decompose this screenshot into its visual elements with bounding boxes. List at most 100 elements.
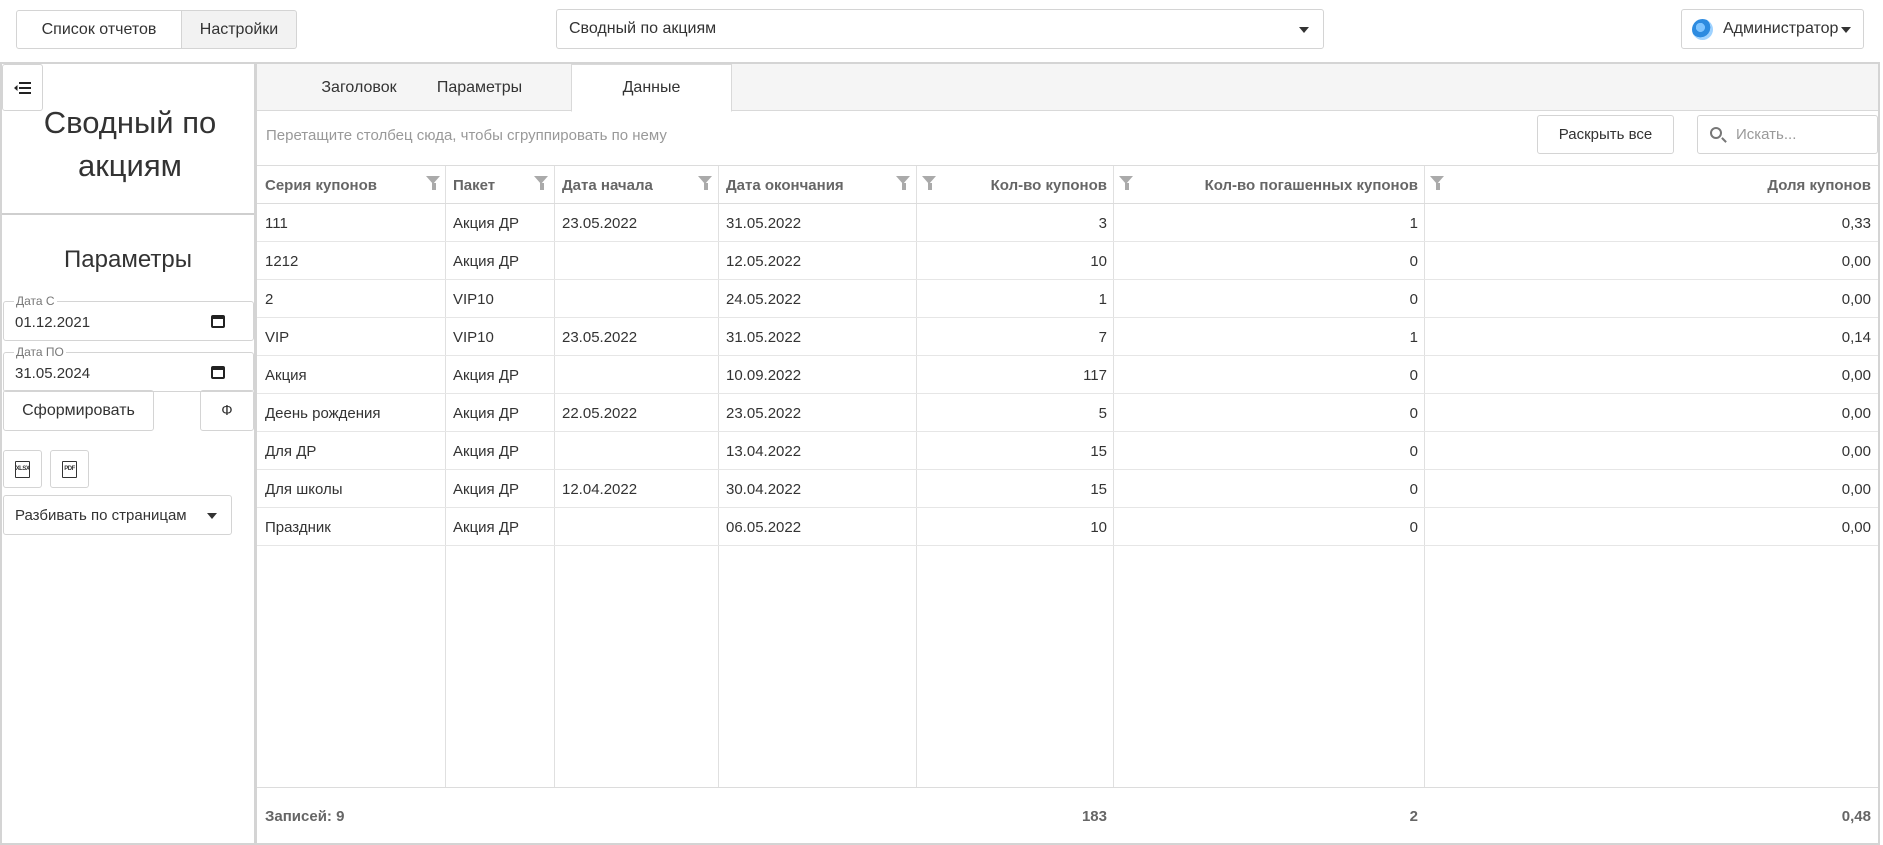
- tab-header[interactable]: Заголовок: [299, 64, 419, 111]
- cell-coupons: 15: [1090, 442, 1107, 460]
- total-share: 0,48: [1841, 808, 1871, 825]
- cell-share: 0,00: [1841, 480, 1871, 498]
- cell-coupons: 10: [1090, 518, 1107, 536]
- calendar-icon[interactable]: [211, 366, 225, 379]
- phi-button[interactable]: Ф: [200, 390, 254, 431]
- column-header[interactable]: Дата начала: [562, 166, 698, 204]
- date-from-field[interactable]: Дата С 01.12.2021: [3, 294, 254, 341]
- paging-select[interactable]: Разбивать по страницам: [3, 495, 232, 535]
- date-to-field[interactable]: Дата ПО 31.05.2024: [3, 345, 254, 392]
- cell-package: Акция ДР: [453, 214, 519, 232]
- records-count: Записей: 9: [265, 808, 345, 825]
- table-row[interactable]: 1212 Акция ДР 12.05.2022 10 0 0,00: [257, 242, 1878, 280]
- cell-share: 0,33: [1841, 214, 1871, 232]
- filter-icon[interactable]: [1430, 176, 1445, 191]
- cell-package: Акция ДР: [453, 366, 519, 384]
- table-row[interactable]: 2 VIP10 24.05.2022 1 0 0,00: [257, 280, 1878, 318]
- total-coupons: 183: [1081, 808, 1107, 825]
- table-row[interactable]: VIP VIP10 23.05.2022 31.05.2022 7 1 0,14: [257, 318, 1878, 356]
- pdf-file-icon: PDF: [62, 460, 77, 478]
- paging-select-value: Разбивать по страницам: [15, 506, 187, 524]
- column-header[interactable]: Пакет: [453, 166, 533, 204]
- table-row[interactable]: Праздник Акция ДР 06.05.2022 10 0 0,00: [257, 508, 1878, 546]
- sidebar-panel: Сводный по акциям Параметры Дата С 01.12…: [0, 62, 256, 845]
- report-content-panel: Заголовок Параметры Данные Перетащите ст…: [255, 62, 1880, 845]
- cell-package: Акция ДР: [453, 442, 519, 460]
- cell-end-date: 24.05.2022: [726, 290, 802, 308]
- cell-share: 0,00: [1841, 366, 1871, 384]
- calendar-icon[interactable]: [211, 315, 225, 328]
- cell-start-date: 23.05.2022: [562, 328, 638, 346]
- cell-share: 0,00: [1841, 290, 1871, 308]
- report-select[interactable]: Сводный по акциям: [556, 9, 1324, 49]
- column-header[interactable]: Кол-во купонов: [947, 166, 1107, 204]
- filter-icon[interactable]: [1119, 176, 1134, 191]
- tab-parameters[interactable]: Параметры: [419, 64, 540, 111]
- table-row[interactable]: Для школы Акция ДР 12.04.2022 30.04.2022 15 0…: [257, 470, 1878, 508]
- expand-all-button[interactable]: Раскрыть все: [1537, 115, 1674, 154]
- cell-end-date: 10.09.2022: [726, 366, 802, 384]
- cell-redeemed: 1: [1409, 214, 1418, 232]
- cell-end-date: 12.05.2022: [726, 252, 802, 270]
- user-name: Администратор: [1723, 20, 1839, 37]
- cell-package: Акция ДР: [453, 252, 519, 270]
- cell-redeemed: 0: [1409, 252, 1418, 270]
- filter-icon[interactable]: [698, 176, 713, 191]
- tab-data[interactable]: Данные: [571, 64, 732, 112]
- cell-coupons: 10: [1090, 252, 1107, 270]
- cell-end-date: 06.05.2022: [726, 518, 802, 536]
- tabs-bar: Заголовок Параметры Данные: [257, 64, 1878, 112]
- group-panel[interactable]: Перетащите столбец сюда, чтобы сгруппиро…: [257, 111, 1878, 165]
- cell-package: Акция ДР: [453, 480, 519, 498]
- filter-icon[interactable]: [896, 176, 911, 191]
- filter-icon[interactable]: [922, 176, 937, 191]
- user-avatar-icon: [1692, 18, 1713, 40]
- search-input[interactable]: Искать...: [1697, 115, 1878, 154]
- table-row[interactable]: Деень рождения Акция ДР 22.05.2022 23.05.20…: [257, 394, 1878, 432]
- cell-start-date: [562, 356, 712, 394]
- cell-package: VIP10: [453, 290, 494, 308]
- cell-start-date: [562, 280, 712, 318]
- divider: [2, 213, 254, 215]
- export-xlsx-button[interactable]: XLSX: [3, 450, 42, 488]
- grid-header-row: Серия купонов Пакет Дата начала Дата око…: [257, 166, 1878, 204]
- reports-list-button[interactable]: Список отчетов: [16, 10, 182, 49]
- filter-icon[interactable]: [534, 176, 549, 191]
- cell-share: 0,00: [1841, 518, 1871, 536]
- date-from-label: Дата С: [14, 294, 57, 308]
- cell-start-date: 22.05.2022: [562, 404, 638, 422]
- cell-start-date: [562, 508, 712, 546]
- filter-icon[interactable]: [426, 176, 441, 191]
- cell-coupons: 3: [1098, 214, 1107, 232]
- column-header[interactable]: Дата окончания: [726, 166, 896, 204]
- table-row[interactable]: Для ДР Акция ДР 13.04.2022 15 0 0,00: [257, 432, 1878, 470]
- cell-end-date: 31.05.2022: [726, 214, 802, 232]
- column-header[interactable]: Кол-во погашенных купонов: [1147, 166, 1418, 204]
- column-header[interactable]: Доля купонов: [1457, 166, 1871, 204]
- nav-button-group: Список отчетов Настройки: [16, 10, 297, 49]
- date-to-value: 31.05.2024: [15, 365, 91, 382]
- cell-coupons: 7: [1098, 328, 1107, 346]
- cell-package: VIP10: [453, 328, 494, 346]
- cell-coupons: 117: [1083, 366, 1107, 384]
- report-title: Сводный по акциям: [43, 105, 217, 183]
- grid-footer-row: Записей: 9 183 2 0,48: [257, 787, 1878, 844]
- cell-coupons: 1: [1098, 290, 1107, 308]
- cell-redeemed: 1: [1409, 328, 1418, 346]
- xlsx-file-icon: XLSX: [15, 460, 30, 478]
- cell-share: 0,00: [1841, 404, 1871, 422]
- cell-series: 1212: [265, 252, 299, 270]
- cell-series: Деень рождения: [265, 404, 381, 422]
- chevron-down-icon: [1299, 27, 1309, 33]
- parameters-title: Параметры: [64, 246, 192, 273]
- user-menu-button[interactable]: Администратор: [1681, 9, 1864, 49]
- settings-button[interactable]: Настройки: [182, 10, 297, 49]
- cell-start-date: 23.05.2022: [562, 214, 638, 232]
- generate-button[interactable]: Сформировать: [3, 390, 154, 431]
- data-grid: Серия купонов Пакет Дата начала Дата око…: [257, 165, 1878, 843]
- cell-coupons: 15: [1090, 480, 1107, 498]
- table-row[interactable]: Акция Акция ДР 10.09.2022 117 0 0,00: [257, 356, 1878, 394]
- column-header[interactable]: Серия купонов: [265, 166, 425, 204]
- export-pdf-button[interactable]: PDF: [50, 450, 89, 488]
- table-row[interactable]: 111 Акция ДР 23.05.2022 31.05.2022 3 1 0,33: [257, 204, 1878, 242]
